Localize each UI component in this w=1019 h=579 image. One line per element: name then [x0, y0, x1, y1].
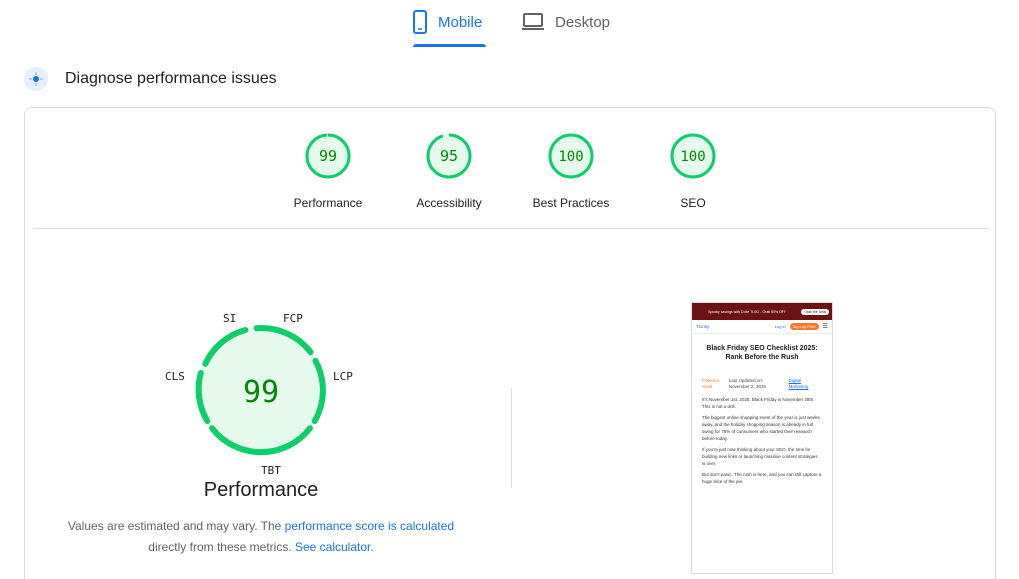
score-performance[interactable]: 99 Performance	[268, 132, 388, 210]
device-tabs: Mobile Desktop	[0, 0, 1019, 48]
metric-label-cls[interactable]: CLS	[165, 370, 185, 383]
report-card: 99 Performance 95 Accessibility 100 Best…	[24, 107, 996, 579]
metric-label-si[interactable]: SI	[223, 312, 236, 325]
vertical-divider	[511, 388, 512, 488]
metric-label-lcp[interactable]: LCP	[333, 370, 353, 383]
thumb-category: Digital Marketing	[788, 378, 809, 389]
see-calculator-link[interactable]: See calculator.	[295, 540, 374, 554]
score-seo[interactable]: 100 SEO	[633, 132, 753, 210]
performance-big-gauge: 99 SI FCP LCP TBT CLS	[165, 308, 357, 483]
gauge-score-value: 100	[680, 149, 705, 165]
page-screenshot[interactable]: Spooky savings with Code TLSO - Grab 50%…	[691, 302, 833, 574]
diagnose-title: Diagnose performance issues	[65, 70, 277, 87]
diagnostic-icon	[24, 67, 48, 91]
section-divider	[33, 228, 989, 229]
score-label-accessibility: Accessibility	[416, 196, 482, 210]
estimate-note: Values are estimated and may vary. The p…	[61, 516, 461, 558]
performance-title: Performance	[203, 479, 319, 501]
gauge-score-value: 100	[558, 149, 583, 165]
thumb-body: It's November 1st, 2025. Black Friday is…	[692, 390, 832, 485]
big-gauge-svg: 99	[195, 325, 326, 456]
tab-mobile[interactable]: Mobile	[412, 10, 488, 48]
big-gauge-score: 99	[243, 375, 279, 410]
laptop-icon	[521, 10, 545, 37]
gauge-score-value: 95	[440, 147, 458, 165]
thumb-para: It's November 1st, 2025. Black Friday is…	[702, 397, 815, 409]
note-prefix: Values are estimated and may vary. The	[67, 519, 285, 533]
thumb-headline: Black Friday SEO Checklist 2025: Rank Be…	[706, 345, 818, 361]
score-calculated-link[interactable]: performance score is calculated	[285, 519, 454, 533]
thumb-para: If you're just now thinking about your S…	[702, 447, 818, 466]
metric-label-tbt[interactable]: TBT	[261, 464, 281, 477]
tab-mobile-label: Mobile	[438, 14, 483, 31]
thumb-date: Last Updated on: November 2, 2025	[728, 378, 766, 389]
performance-gauge: 99	[305, 133, 351, 179]
note-mid: directly from these metrics.	[148, 540, 295, 554]
score-accessibility[interactable]: 95 Accessibility	[389, 132, 509, 210]
seo-gauge: 100	[670, 133, 716, 179]
gauge-score-value: 99	[319, 147, 337, 165]
hamburger-menu-icon: ☰	[822, 324, 828, 330]
diagnose-header: Diagnose performance issues	[24, 64, 277, 94]
accessibility-gauge: 95	[426, 133, 472, 179]
thumb-logo: TLinky	[696, 324, 710, 329]
score-label-seo: SEO	[680, 196, 706, 210]
thumb-author: Caterina Scott	[702, 378, 720, 389]
smartphone-icon	[412, 10, 428, 39]
thumb-banner-text: Spooky savings with Code TLSO - Grab 50%…	[708, 309, 787, 314]
tab-desktop-label: Desktop	[555, 14, 611, 31]
thumb-login: Log in	[774, 324, 786, 329]
best-practices-gauge: 100	[548, 133, 594, 179]
score-best-practices[interactable]: 100 Best Practices	[511, 132, 631, 210]
thumb-meta: Caterina Scott Last Updated on: November…	[692, 366, 832, 390]
thumb-promo-banner: Spooky savings with Code TLSO - Grab 50%…	[692, 303, 832, 320]
active-tab-indicator	[413, 44, 486, 47]
thumb-para: The biggest online shopping event of the…	[702, 415, 820, 441]
metric-label-fcp[interactable]: FCP	[283, 312, 303, 325]
score-label-performance: Performance	[293, 196, 363, 210]
tab-desktop[interactable]: Desktop	[521, 10, 621, 48]
category-scores: 99 Performance 95 Accessibility 100 Best…	[25, 108, 995, 229]
thumb-para: But don't panic. The rush is here, and y…	[702, 472, 822, 484]
thumb-signup: Sign up Free	[789, 323, 819, 330]
thumb-nav: TLinky Log in Sign up Free ☰	[692, 320, 832, 334]
score-label-best-practices: Best Practices	[532, 196, 610, 210]
thumb-banner-button: Grab the Deal	[801, 308, 829, 315]
